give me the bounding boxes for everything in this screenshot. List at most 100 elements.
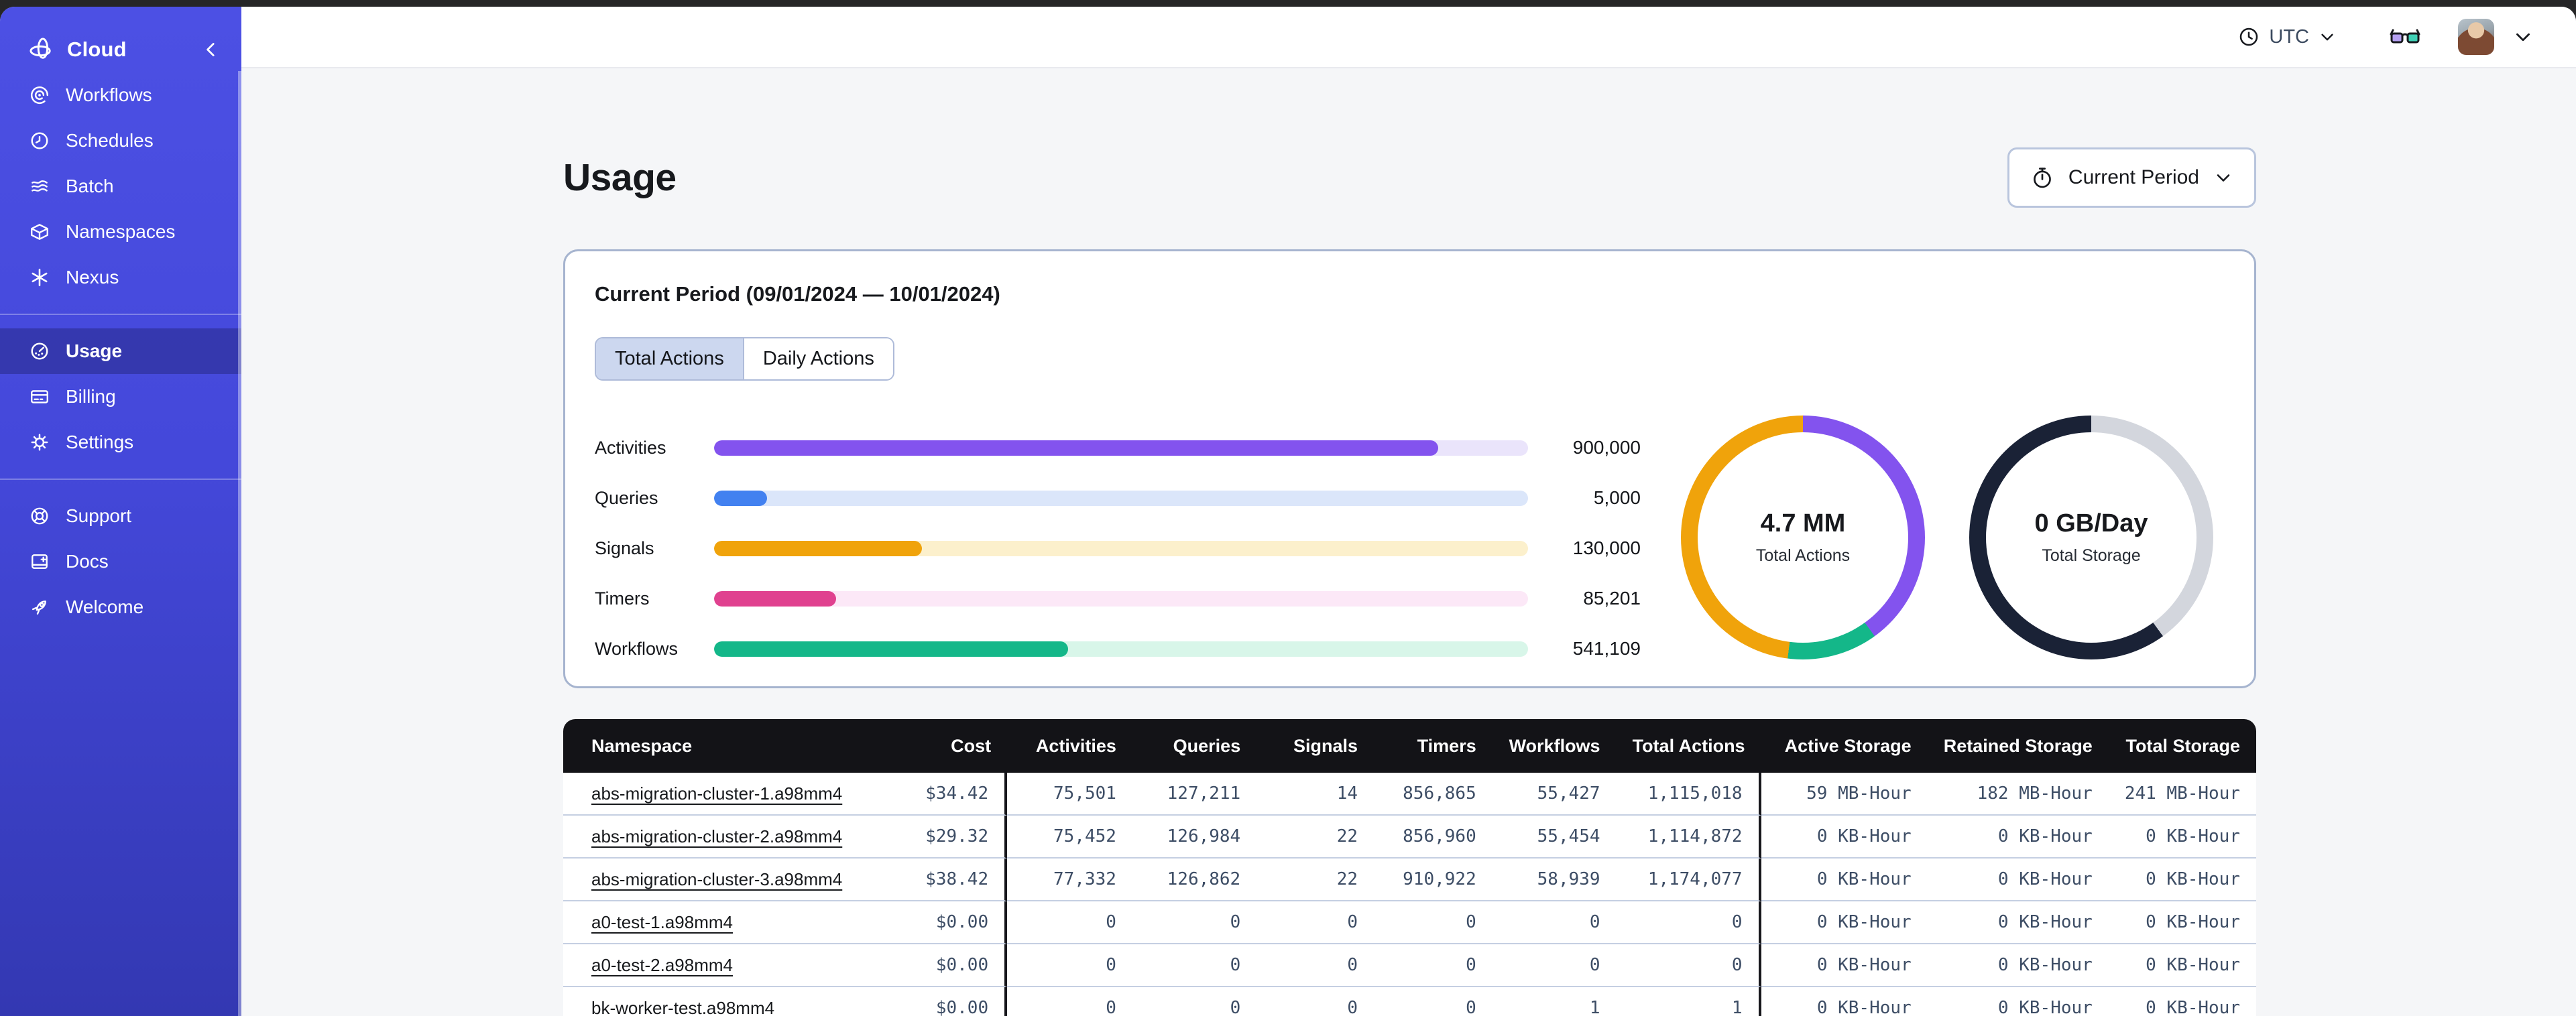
sidebar-item-billing[interactable]: Billing: [0, 374, 241, 420]
sidebar-item-label: Welcome: [66, 596, 144, 617]
topbar: UTC: [241, 7, 2576, 68]
namespace-link[interactable]: bk-worker-test.a98mm4: [591, 998, 774, 1016]
table-cell: 0: [1492, 901, 1617, 944]
table-row: a0-test-1.a98mm4 $0.00 0 0 0 0 0 0 0 KB-Hour 0 KB…: [563, 901, 2256, 944]
bar-track: [714, 590, 1528, 607]
sidebar-item-welcome[interactable]: Welcome: [0, 584, 241, 630]
table-row: a0-test-2.a98mm4 $0.00 0 0 0 0 0 0 0 KB-Hour 0 KB…: [563, 944, 2256, 987]
period-selector-label: Current Period: [2068, 166, 2199, 188]
column-header: Timers: [1374, 719, 1492, 773]
avatar[interactable]: [2458, 19, 2494, 55]
table-cell: 0: [1616, 901, 1761, 944]
table-cell: 0 KB-Hour: [1927, 816, 2109, 859]
dev-mode-glasses-icon[interactable]: [2390, 25, 2420, 48]
table-row: abs-migration-cluster-1.a98mm4 $34.42 75,5…: [563, 773, 2256, 816]
column-header: Namespace: [563, 719, 873, 773]
sidebar-item-label: Usage: [66, 340, 123, 361]
namespace-cell: abs-migration-cluster-1.a98mm4: [563, 773, 873, 816]
table-row: abs-migration-cluster-3.a98mm4 $38.42 77,3…: [563, 859, 2256, 901]
table-cell: 241 MB-Hour: [2108, 773, 2256, 816]
table-cell: 0: [1374, 901, 1492, 944]
table-cell: 910,922: [1374, 859, 1492, 901]
table-cell: 0 KB-Hour: [2108, 987, 2256, 1016]
table-cell: $34.42: [872, 773, 1008, 816]
donut-charts: 4.7 MM Total Actions 0 GB/Day Total Stor…: [1681, 416, 2213, 659]
sidebar-collapse-button[interactable]: [201, 40, 221, 60]
timezone-selector[interactable]: UTC: [2238, 26, 2336, 48]
total-actions-donut: 4.7 MM Total Actions: [1681, 416, 1925, 659]
schedules-icon: [30, 131, 50, 151]
table-cell: 0: [1616, 944, 1761, 987]
bar-fill: [714, 540, 922, 556]
namespace-usage-table: Namespace Cost Activities Queries Signals Tim…: [563, 719, 2256, 1016]
table-cell: 182 MB-Hour: [1927, 773, 2109, 816]
table-cell: 55,454: [1492, 816, 1617, 859]
namespace-cell: abs-migration-cluster-3.a98mm4: [563, 859, 873, 901]
table-cell: 1,174,077: [1616, 859, 1761, 901]
table-cell: 126,984: [1132, 816, 1257, 859]
namespace-link[interactable]: a0-test-1.a98mm4: [591, 912, 733, 932]
namespace-link[interactable]: abs-migration-cluster-2.a98mm4: [591, 826, 842, 846]
card-title: Current Period (09/01/2024 — 10/01/2024): [595, 282, 1000, 306]
donut-center: 4.7 MM Total Actions: [1698, 432, 1908, 643]
bar-category-label: Queries: [595, 487, 658, 508]
stopwatch-icon: [2031, 166, 2054, 189]
table-cell: 75,452: [1007, 816, 1132, 859]
sidebar-item-nexus[interactable]: Nexus: [0, 255, 241, 300]
namespace-link[interactable]: abs-migration-cluster-3.a98mm4: [591, 869, 842, 889]
table-cell: $0.00: [872, 987, 1008, 1016]
bar-value: 900,000: [1572, 437, 1641, 458]
table-cell: $38.42: [872, 859, 1008, 901]
sidebar-item-label: Workflows: [66, 84, 152, 105]
bar-fill: [714, 440, 1439, 456]
table-cell: 856,960: [1374, 816, 1492, 859]
tab-daily-actions[interactable]: Daily Actions: [742, 338, 893, 379]
sidebar-item-namespaces[interactable]: Namespaces: [0, 209, 241, 255]
namespace-cell: abs-migration-cluster-2.a98mm4: [563, 816, 873, 859]
sidebar-item-usage[interactable]: Usage: [0, 328, 241, 374]
column-header: Total Storage: [2108, 719, 2256, 773]
tab-total-actions[interactable]: Total Actions: [596, 338, 743, 379]
sidebar-header: Cloud: [0, 29, 241, 72]
sidebar-item-batch[interactable]: Batch: [0, 164, 241, 209]
bar-row: Workflows 541,109: [595, 638, 1641, 659]
table-cell: 55,427: [1492, 773, 1617, 816]
usage-gauge-icon: [30, 341, 50, 361]
namespace-link[interactable]: abs-migration-cluster-1.a98mm4: [591, 783, 842, 804]
bar-row: Signals 130,000: [595, 537, 1641, 559]
bar-value: 5,000: [1593, 487, 1641, 508]
namespace-link[interactable]: a0-test-2.a98mm4: [591, 955, 733, 975]
settings-gear-icon: [30, 432, 50, 452]
bar-track: [714, 440, 1528, 456]
sidebar-item-label: Settings: [66, 432, 134, 452]
bar-row: Activities 900,000: [595, 437, 1641, 458]
donut-center: 0 GB/Day Total Storage: [1986, 432, 2197, 643]
table-cell: 0: [1374, 987, 1492, 1016]
table-cell: $29.32: [872, 816, 1008, 859]
app-window: Cloud Workflows Schedules Batch Namespac…: [0, 7, 2576, 1016]
sidebar-item-support[interactable]: Support: [0, 493, 241, 539]
table-cell: 58,939: [1492, 859, 1617, 901]
table-cell: 0: [1007, 987, 1132, 1016]
sidebar-item-settings[interactable]: Settings: [0, 420, 241, 465]
table-cell: 0 KB-Hour: [2108, 816, 2256, 859]
batch-layers-icon: [30, 176, 50, 196]
period-selector-button[interactable]: Current Period: [2007, 147, 2256, 208]
sidebar-item-workflows[interactable]: Workflows: [0, 72, 241, 118]
bar-value: 85,201: [1583, 588, 1641, 609]
sidebar: Cloud Workflows Schedules Batch Namespac…: [0, 7, 241, 1016]
bar-value: 130,000: [1572, 537, 1641, 558]
sidebar-item-docs[interactable]: Docs: [0, 539, 241, 584]
bar-category-label: Activities: [595, 437, 666, 458]
table-cell: 75,501: [1007, 773, 1132, 816]
table-cell: 856,865: [1374, 773, 1492, 816]
table-cell: $0.00: [872, 901, 1008, 944]
sidebar-item-schedules[interactable]: Schedules: [0, 118, 241, 164]
table-cell: 0: [1132, 901, 1257, 944]
table-row: abs-migration-cluster-2.a98mm4 $29.32 75,4…: [563, 816, 2256, 859]
account-menu-chevron-icon[interactable]: [2513, 27, 2533, 47]
table-cell: 14: [1256, 773, 1374, 816]
table-cell: 0 KB-Hour: [1927, 901, 2109, 944]
table-cell: 0 KB-Hour: [1761, 901, 1928, 944]
namespace-cell: a0-test-2.a98mm4: [563, 944, 873, 987]
